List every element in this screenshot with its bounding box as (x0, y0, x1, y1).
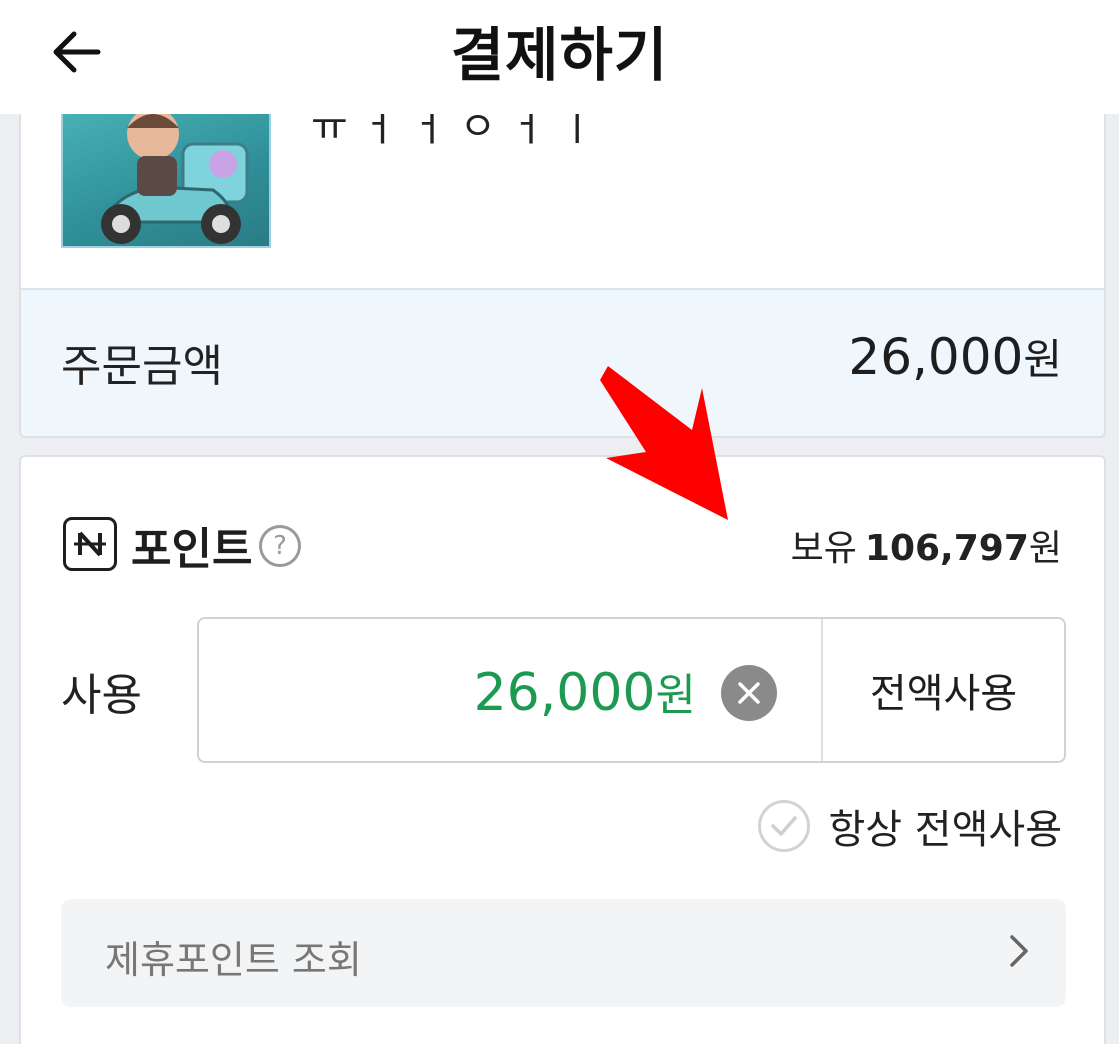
always-full-use-checkbox[interactable]: 항상 전액사용 (758, 797, 1062, 855)
order-amount-currency: 원 (1023, 335, 1062, 384)
product-thumbnail[interactable] (61, 102, 271, 248)
full-use-button[interactable]: 전액사용 (823, 619, 1064, 761)
order-amount-row: 주문금액 26,000원 (21, 288, 1104, 436)
points-use-input-group: 26,000원 전액사용 (197, 617, 1066, 763)
balance-label: 보유 (790, 528, 857, 569)
question-icon[interactable]: ? (259, 525, 301, 567)
points-use-amount: 26,000 (473, 663, 656, 723)
always-full-use-label: 항상 전액사용 (828, 807, 1062, 853)
balance-value: 106,797 (864, 528, 1029, 569)
product-card: ㅠ ㅓ ㅓ ㅇ ㅓ ㅣ 주문금액 26,000원 (19, 100, 1106, 438)
points-use-input[interactable]: 26,000원 (474, 659, 696, 723)
balance-currency: 원 (1028, 528, 1062, 569)
order-amount-label: 주문금액 (61, 341, 223, 392)
close-icon (738, 682, 760, 704)
header: 결제하기 (0, 0, 1119, 114)
payment-page: 결제하기 ㅠ ㅓ ㅓ ㅇ ㅓ ㅣ 주문금액 26,000원 포인트 ? 보유 1… (0, 0, 1119, 1044)
scooter-illustration (100, 108, 249, 244)
chevron-right-icon (1010, 935, 1028, 967)
points-title: 포인트 (131, 524, 253, 575)
annotation-arrow-icon (600, 366, 728, 520)
partner-points-label: 제휴포인트 조회 (105, 938, 362, 982)
page-title: 결제하기 (450, 21, 669, 89)
points-card: 포인트 ? 보유 106,797원 사용 26,000원 전액사용 항상 전액사… (19, 455, 1106, 1044)
order-amount-number: 26,000 (848, 328, 1024, 386)
use-label: 사용 (61, 670, 142, 721)
clear-input-button[interactable] (721, 665, 777, 721)
order-amount-value: 26,000원 (848, 326, 1062, 387)
check-icon (758, 800, 811, 852)
points-balance: 보유 106,797원 (791, 519, 1062, 571)
naver-pay-n-icon (63, 517, 117, 571)
points-use-currency: 원 (655, 670, 696, 721)
partner-points-lookup-button[interactable]: 제휴포인트 조회 (61, 899, 1066, 1007)
